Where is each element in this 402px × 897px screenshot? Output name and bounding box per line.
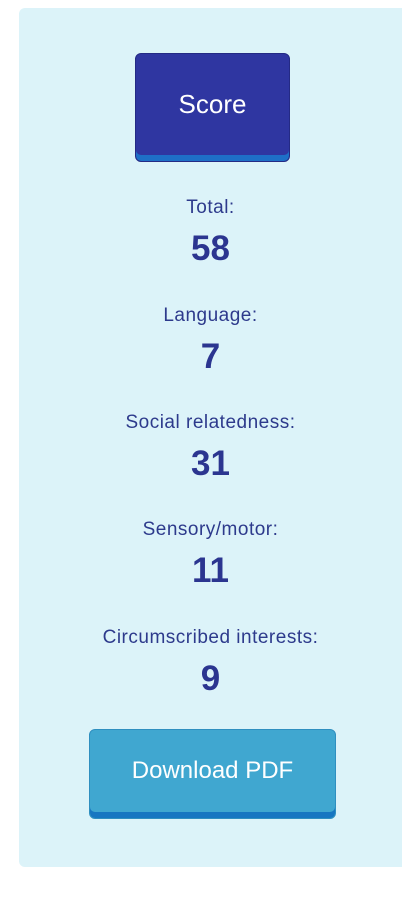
- metric-value: 7: [200, 337, 221, 376]
- download-pdf-button[interactable]: Download PDF: [89, 729, 336, 819]
- metric-value: 11: [192, 551, 229, 590]
- metric-value: 31: [191, 444, 230, 483]
- metric-label: Social relatedness:: [125, 412, 296, 433]
- metric-sensory-motor: Sensory/motor: 11: [19, 518, 402, 592]
- score-button[interactable]: Score: [135, 53, 290, 162]
- metric-social-relatedness: Social relatedness: 31: [19, 411, 402, 485]
- metric-value: 58: [191, 229, 230, 268]
- metric-language: Language: 7: [19, 304, 402, 378]
- metric-circumscribed-interests: Circumscribed interests: 9: [19, 626, 402, 700]
- metric-label: Sensory/motor:: [142, 519, 279, 540]
- metric-label: Language:: [163, 305, 258, 326]
- metric-value: 9: [200, 659, 221, 698]
- metric-total: Total: 58: [19, 196, 402, 270]
- metric-label: Circumscribed interests:: [102, 627, 319, 648]
- metric-label: Total:: [186, 197, 235, 218]
